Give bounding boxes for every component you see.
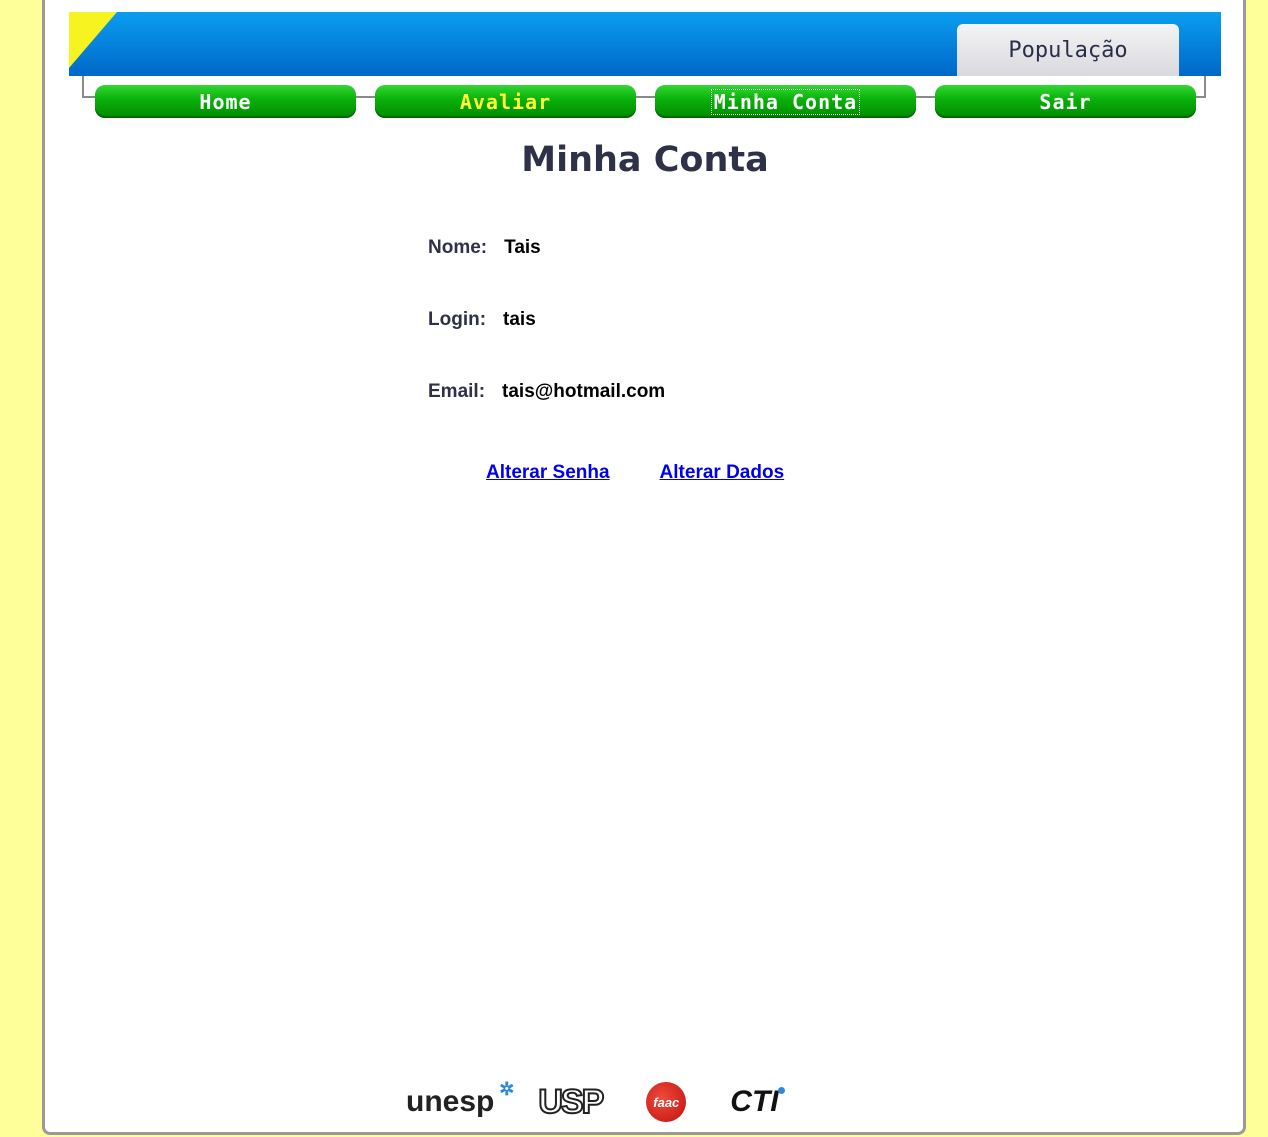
- nav-avaliar-button[interactable]: Avaliar: [375, 85, 636, 118]
- cti-logo: CTI: [730, 1085, 785, 1119]
- change-data-link[interactable]: Alterar Dados: [660, 462, 785, 483]
- header-yellow-wedge: [69, 12, 117, 68]
- section-tab: População: [957, 24, 1179, 76]
- header-banner: População: [69, 12, 1221, 76]
- login-row: Login: tais: [428, 309, 536, 331]
- login-label: Login:: [428, 309, 487, 330]
- account-actions: Alterar Senha Alterar Dados: [486, 462, 834, 484]
- nav-sair-label: Sair: [1039, 89, 1092, 114]
- nav-minha-conta-button[interactable]: Minha Conta: [655, 85, 916, 118]
- nav-avaliar-label: Avaliar: [459, 89, 552, 114]
- usp-logo: USP: [537, 1082, 605, 1122]
- change-password-link[interactable]: Alterar Senha: [486, 462, 610, 483]
- faac-logo: faac: [646, 1082, 687, 1122]
- name-label: Nome:: [428, 237, 488, 258]
- email-row: Email: tais@hotmail.com: [428, 381, 665, 403]
- nav-home-label: Home: [199, 89, 252, 114]
- unesp-logo: unesp ✲: [406, 1079, 515, 1118]
- nav-minha-conta-label: Minha Conta: [710, 88, 861, 115]
- nav-sair-button[interactable]: Sair: [935, 85, 1196, 118]
- nav-home-button[interactable]: Home: [95, 85, 356, 118]
- email-value: tais@hotmail.com: [502, 381, 666, 402]
- name-row: Nome: Tais: [428, 237, 541, 259]
- email-label: Email:: [428, 381, 486, 402]
- login-value: tais: [503, 309, 536, 330]
- name-value: Tais: [504, 237, 541, 258]
- main-nav: Home Avaliar Minha Conta Sair: [95, 85, 1196, 119]
- page-title: Minha Conta: [521, 140, 769, 180]
- footer-logos: unesp ✲ USP faac CTI: [406, 1074, 785, 1130]
